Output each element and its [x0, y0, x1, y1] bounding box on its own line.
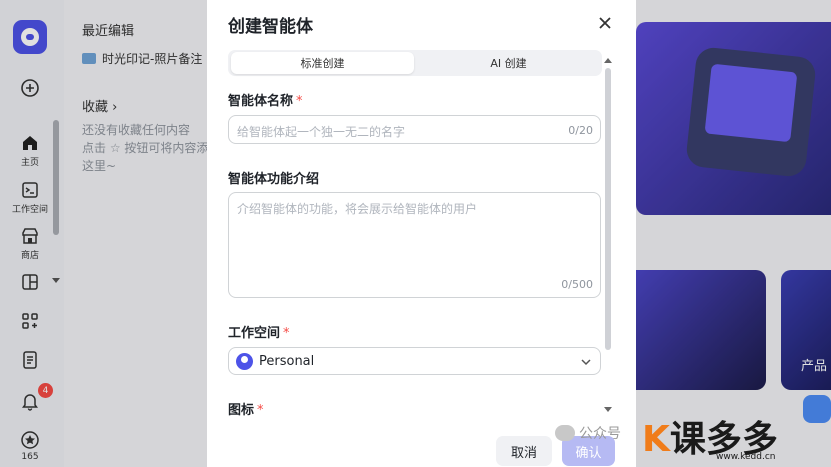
- brand-watermark: K课多多 www.kedd.cn: [630, 410, 831, 467]
- workspace-value: Personal: [259, 354, 315, 369]
- wechat-watermark: 公众号: [555, 423, 621, 443]
- scroll-up-arrow-icon[interactable]: [603, 56, 613, 64]
- user-avatar-icon: [236, 353, 253, 370]
- name-label-text: 智能体名称: [228, 94, 294, 109]
- watermark-text: 公众号: [579, 426, 621, 442]
- agent-description-textarea[interactable]: 介绍智能体的功能，将会展示给智能体的用户 0/500: [228, 192, 601, 298]
- creation-mode-tabs: 标准创建 AI 创建: [228, 50, 602, 76]
- brand-url: www.kedd.cn: [716, 452, 776, 462]
- desc-field-label: 智能体功能介绍: [228, 172, 320, 187]
- chevron-down-icon: [581, 359, 591, 366]
- desc-char-counter: 0/500: [561, 278, 593, 291]
- name-field-label: 智能体名称 *: [228, 90, 303, 109]
- dialog-title: 创建智能体: [228, 17, 313, 37]
- create-agent-dialog: 创建智能体 标准创建 AI 创建 智能体名称 * 给智能体起一个独一无二的名字 0…: [207, 0, 636, 467]
- icon-field-label: 图标 *: [228, 399, 264, 418]
- required-mark: *: [283, 326, 290, 341]
- name-placeholder: 给智能体起一个独一无二的名字: [237, 125, 406, 139]
- scroll-down-arrow-icon[interactable]: [603, 406, 613, 414]
- required-mark: *: [296, 94, 303, 109]
- required-mark: *: [257, 403, 264, 418]
- workspace-field-label: 工作空间 *: [228, 322, 290, 341]
- workspace-select[interactable]: Personal: [228, 347, 601, 375]
- dialog-scrollbar[interactable]: [605, 68, 611, 350]
- workspace-label-text: 工作空间: [228, 326, 281, 341]
- tab-standard-create[interactable]: 标准创建: [231, 52, 414, 74]
- tab-ai-create[interactable]: AI 创建: [418, 52, 599, 74]
- name-char-counter: 0/20: [568, 124, 593, 137]
- agent-name-input[interactable]: 给智能体起一个独一无二的名字 0/20: [228, 115, 601, 144]
- cancel-button[interactable]: 取消: [496, 436, 552, 466]
- desc-placeholder: 介绍智能体的功能，将会展示给智能体的用户: [237, 202, 478, 216]
- wechat-icon: [555, 425, 575, 441]
- icon-label-text: 图标: [228, 403, 255, 418]
- close-icon[interactable]: [597, 15, 613, 31]
